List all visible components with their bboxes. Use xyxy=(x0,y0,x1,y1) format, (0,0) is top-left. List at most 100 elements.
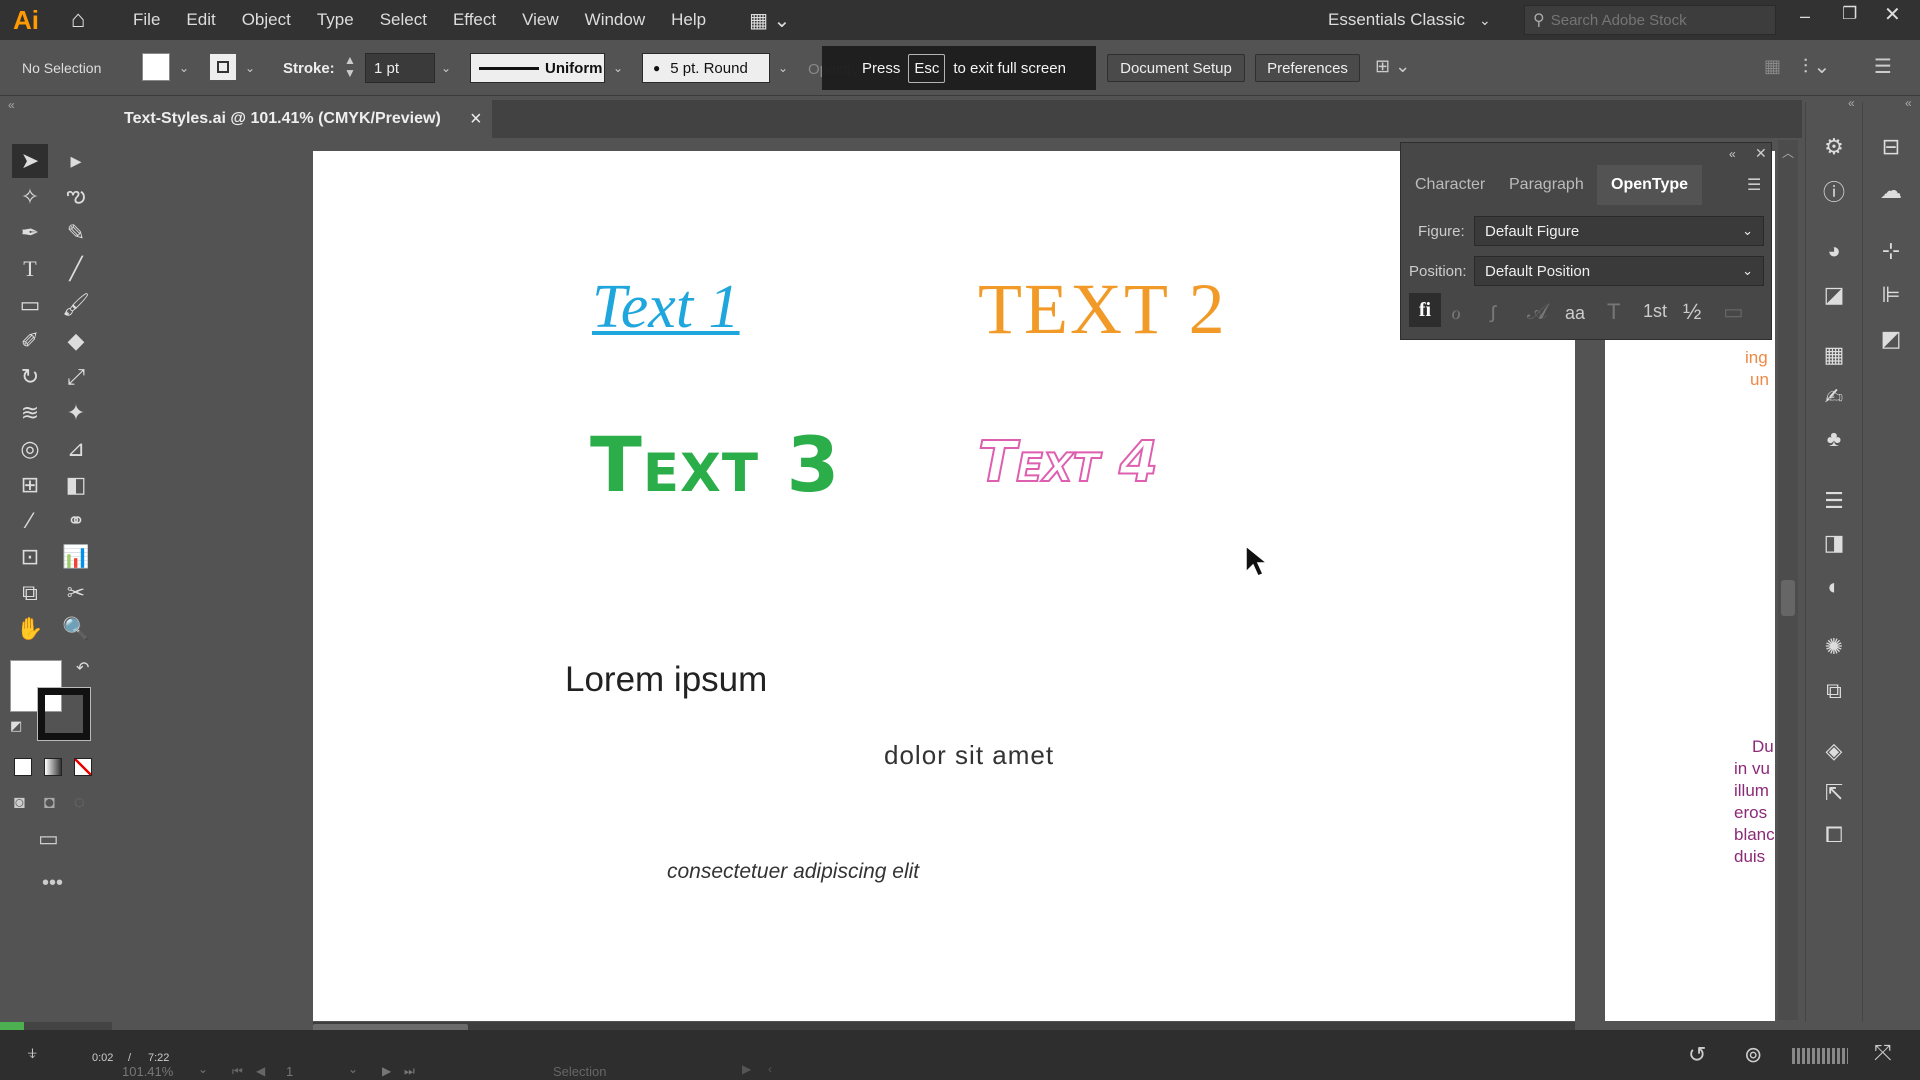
stroke-swatch[interactable] xyxy=(209,53,237,81)
libraries-icon[interactable]: ⊟ xyxy=(1873,132,1909,162)
first-artboard-icon[interactable]: ⏮ xyxy=(232,1064,243,1079)
hand-tool-icon[interactable]: ✋ xyxy=(12,612,48,646)
gradient-mode-icon[interactable] xyxy=(44,758,62,776)
minimize-icon[interactable]: – xyxy=(1800,6,1810,27)
last-artboard-icon[interactable]: ⏭ xyxy=(404,1064,415,1079)
export-icon[interactable]: ⧉ xyxy=(1816,676,1852,706)
fill-swatch[interactable] xyxy=(142,53,170,81)
fullscreen-icon[interactable]: ⤧ xyxy=(1874,1040,1892,1066)
titling-alternates-button[interactable]: T xyxy=(1607,299,1620,325)
magic-wand-tool-icon[interactable]: ✧ xyxy=(12,180,48,214)
pen-tool-icon[interactable]: ✒ xyxy=(12,216,48,250)
stroke-stepper-icon[interactable]: ▲ ▼ xyxy=(344,54,356,80)
brush-select[interactable]: ● 5 pt. Round xyxy=(642,53,770,83)
stock-search-field[interactable]: ⚲ xyxy=(1524,5,1776,35)
close-tab-icon[interactable]: × xyxy=(470,108,482,131)
artboard[interactable] xyxy=(313,151,1575,1021)
figure-select[interactable]: Default Figure ⌄ xyxy=(1474,216,1764,246)
width-tool-icon[interactable]: ≋ xyxy=(12,396,48,430)
ordinals-button[interactable]: 1st xyxy=(1643,301,1667,322)
color-mode-icon[interactable] xyxy=(14,758,32,776)
panel-menu-icon[interactable]: ☰ xyxy=(1747,175,1761,195)
arrange-icon[interactable]: ▦ xyxy=(1764,56,1781,77)
dock-collapse-icon[interactable]: « xyxy=(1848,96,1855,110)
panel-close-icon[interactable]: ✕ xyxy=(1755,145,1767,162)
stylistic-alternates-button[interactable]: aa xyxy=(1565,303,1585,324)
menu-view[interactable]: View xyxy=(509,0,572,40)
brush-chevron-icon[interactable]: ⌄ xyxy=(773,58,793,78)
lasso-tool-icon[interactable]: ఌ xyxy=(58,180,94,214)
fill-chevron-icon[interactable]: ⌄ xyxy=(174,58,194,78)
rotate-tool-icon[interactable]: ↻ xyxy=(12,360,48,394)
tab-character[interactable]: Character xyxy=(1401,165,1499,205)
menu-select[interactable]: Select xyxy=(367,0,440,40)
zoom-chevron-icon[interactable]: ⌄ xyxy=(198,1062,208,1076)
home-icon[interactable]: ⌂ xyxy=(52,0,104,40)
scroll-up-icon[interactable]: ︿ xyxy=(1778,144,1798,161)
default-colors-icon[interactable]: ◩ xyxy=(10,718,22,734)
transform-panel-icon[interactable]: ⊹ xyxy=(1873,236,1909,266)
contextual-alternates-button[interactable]: ℴ xyxy=(1451,299,1461,325)
align-options-icon[interactable]: ⊞ ⌄ xyxy=(1375,56,1410,77)
asset-export-icon[interactable]: ⇱ xyxy=(1816,778,1852,808)
symbols-icon[interactable]: ♣ xyxy=(1816,424,1852,454)
document-tab[interactable]: Text-Styles.ai @ 101.41% (CMYK/Preview) … xyxy=(112,100,492,138)
stroke-chevron-icon[interactable]: ⌄ xyxy=(240,58,260,78)
symbol-sprayer-tool-icon[interactable]: ⊡ xyxy=(12,540,48,574)
gradient-panel-icon[interactable]: ◨ xyxy=(1816,528,1852,558)
artboard-number[interactable]: 1 xyxy=(286,1064,293,1079)
draw-normal-icon[interactable]: ◙ xyxy=(14,792,25,813)
text-style-2[interactable]: TEXT 2 xyxy=(978,268,1227,351)
panel-menu-icon[interactable]: ☰ xyxy=(1874,54,1892,79)
stock-search-input[interactable] xyxy=(1550,11,1751,29)
tab-paragraph[interactable]: Paragraph xyxy=(1495,165,1598,205)
paintbrush-tool-icon[interactable]: 🖌 xyxy=(58,288,94,322)
menu-effect[interactable]: Effect xyxy=(440,0,509,40)
stroke-color-box[interactable] xyxy=(37,687,91,741)
shaper-tool-icon[interactable]: ✐ xyxy=(12,324,48,358)
dock2-collapse-icon[interactable]: « xyxy=(1905,96,1912,110)
arrange-documents-icon[interactable]: ▦ ⌄ xyxy=(749,8,790,33)
edit-toolbar-icon[interactable]: ••• xyxy=(42,872,63,895)
volume-bar[interactable] xyxy=(1792,1048,1848,1064)
mesh-tool-icon[interactable]: ⊞ xyxy=(12,468,48,502)
gradient-tool-icon[interactable]: ◧ xyxy=(58,468,94,502)
text-style-4[interactable]: Text 4 xyxy=(977,429,1159,496)
pathfinder-icon[interactable]: ◩ xyxy=(1873,324,1909,354)
shape-builder-tool-icon[interactable]: ◎ xyxy=(12,432,48,466)
none-mode-icon[interactable] xyxy=(74,758,92,776)
menu-help[interactable]: Help xyxy=(658,0,719,40)
stroke-profile-select[interactable]: Uniform xyxy=(470,53,605,83)
artboard-tool-icon[interactable]: ⧉ xyxy=(12,576,48,610)
menu-edit[interactable]: Edit xyxy=(173,0,228,40)
ligatures-button[interactable]: fi xyxy=(1409,293,1441,327)
line-tool-icon[interactable]: ╱ xyxy=(58,252,94,286)
blend-tool-icon[interactable]: ⚭ xyxy=(58,504,94,538)
align-panel-icon[interactable]: ⊫ xyxy=(1873,280,1909,310)
artboards-panel-icon[interactable]: ⧠ xyxy=(1816,820,1852,850)
draw-behind-icon[interactable]: ◘ xyxy=(44,792,55,813)
document-setup-button[interactable]: Document Setup xyxy=(1107,54,1245,82)
swap-colors-icon[interactable]: ↶ xyxy=(76,658,89,678)
graphic-styles-icon[interactable]: ◪ xyxy=(1816,280,1852,310)
zoom-level[interactable]: 101.41% xyxy=(122,1064,173,1079)
perspective-grid-tool-icon[interactable]: ⊿ xyxy=(58,432,94,466)
puppet-warp-tool-icon[interactable]: ✦ xyxy=(58,396,94,430)
creative-cloud-icon[interactable]: ☁ xyxy=(1873,176,1909,206)
profile-chevron-icon[interactable]: ⌄ xyxy=(608,58,628,78)
discretionary-ligatures-button[interactable]: ꭍ xyxy=(1489,299,1497,329)
preferences-button[interactable]: Preferences xyxy=(1255,54,1360,82)
workspace-switcher[interactable]: Essentials Classic ⌄ xyxy=(1328,0,1491,40)
tab-opentype[interactable]: OpenType xyxy=(1597,165,1703,205)
captions-icon[interactable]: ⊚ xyxy=(1744,1042,1762,1068)
artboard-chevron-icon[interactable]: ⌄ xyxy=(348,1062,358,1076)
direct-selection-tool-icon[interactable]: ▸ xyxy=(58,144,94,178)
draw-inside-icon[interactable]: ◌ xyxy=(74,792,85,813)
rectangle-tool-icon[interactable]: ▭ xyxy=(12,288,48,322)
transparency-icon[interactable]: ◐ xyxy=(1816,572,1852,602)
menu-file[interactable]: File xyxy=(120,0,173,40)
brushes-icon[interactable]: ✍ xyxy=(1816,382,1852,412)
vertical-scrollbar[interactable]: ︿ xyxy=(1778,140,1798,1020)
replay-icon[interactable]: ↺ xyxy=(1688,1042,1706,1068)
selection-tool-icon[interactable]: ➤ xyxy=(12,144,48,178)
